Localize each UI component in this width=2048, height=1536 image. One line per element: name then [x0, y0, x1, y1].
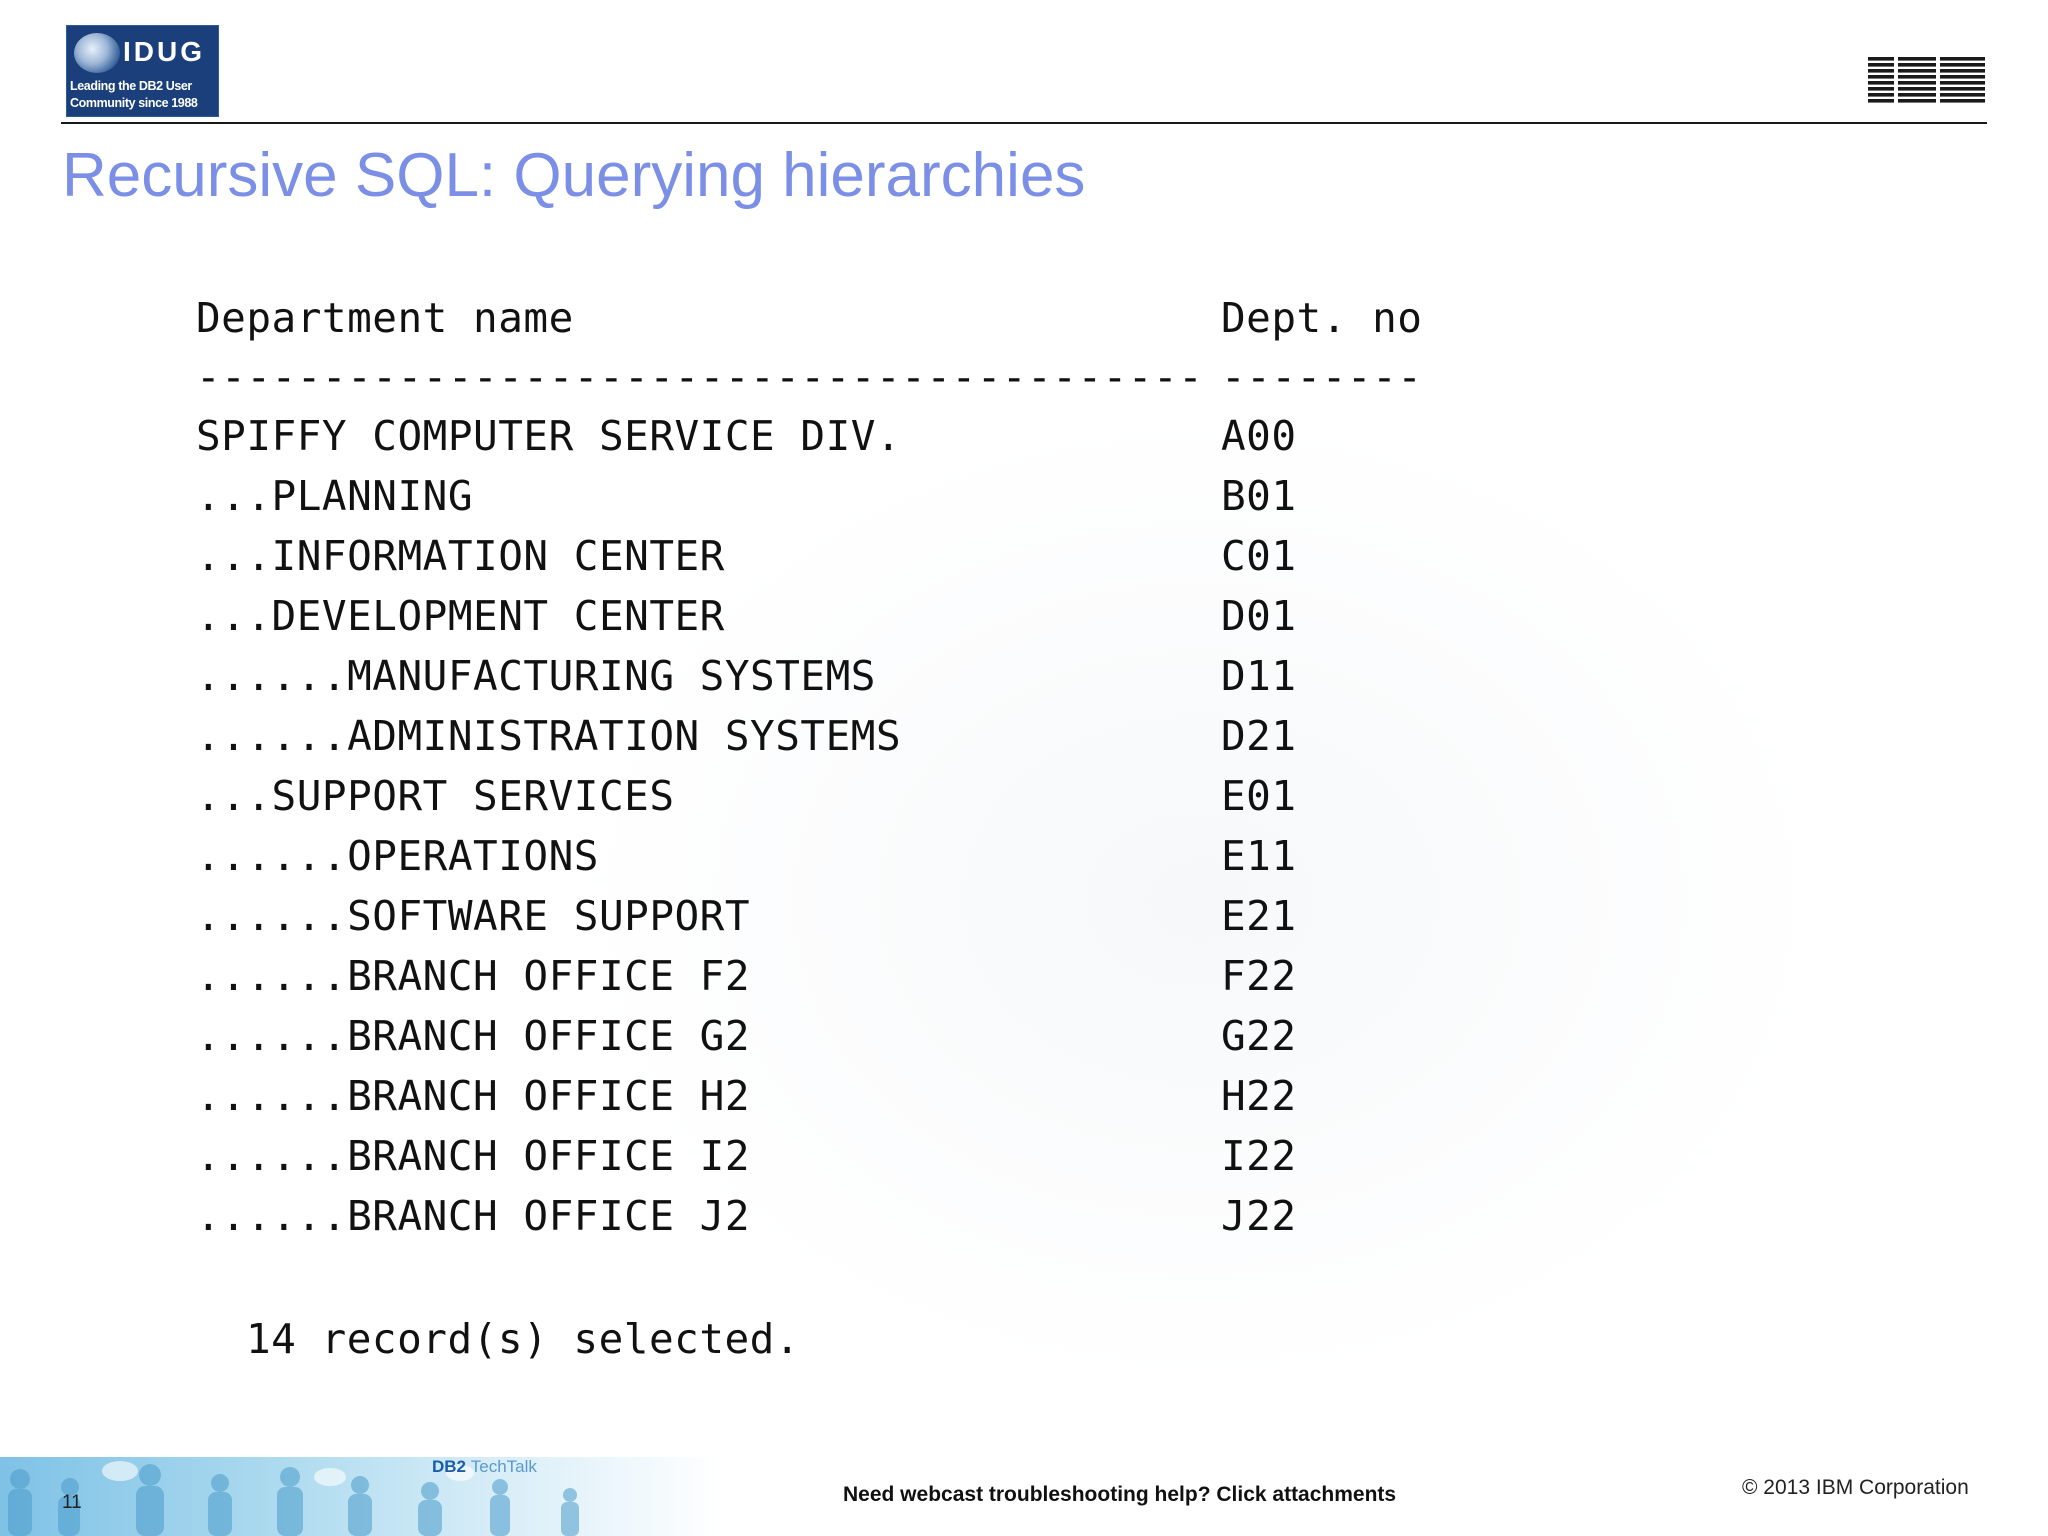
department-number-cell: E11: [1221, 832, 1297, 880]
slide-number: 11: [62, 1492, 82, 1513]
department-number-cell: G22: [1221, 1012, 1297, 1060]
department-name-cell: ......BRANCH OFFICE G2: [196, 1012, 751, 1060]
department-number-cell: D11: [1221, 652, 1297, 700]
department-number-cell: D01: [1221, 592, 1297, 640]
department-name-cell: SPIFFY COMPUTER SERVICE DIV.: [196, 412, 902, 460]
department-number-cell: I22: [1221, 1132, 1297, 1180]
department-name-cell: ......BRANCH OFFICE H2: [196, 1072, 751, 1120]
department-number-cell: H22: [1221, 1072, 1297, 1120]
db2-techtalk-logo: DB2 TechTalk: [432, 1457, 537, 1476]
department-number-cell: D21: [1221, 712, 1297, 760]
department-name-cell: ......SOFTWARE SUPPORT: [196, 892, 751, 940]
separator-line-name: ----------------------------------------: [196, 353, 1204, 401]
department-name-cell: ......BRANCH OFFICE F2: [196, 952, 751, 1000]
department-name-cell: ......MANUFACTURING SYSTEMS: [196, 652, 876, 700]
department-name-cell: ...SUPPORT SERVICES: [196, 772, 675, 820]
ibm-logo: [1868, 57, 1985, 104]
record-count-summary: 14 record(s) selected.: [246, 1315, 801, 1363]
department-number-cell: C01: [1221, 532, 1297, 580]
department-number-cell: J22: [1221, 1192, 1297, 1240]
separator-line-no: --------: [1221, 353, 1423, 401]
department-number-cell: E21: [1221, 892, 1297, 940]
department-number-cell: A00: [1221, 412, 1297, 460]
department-number-cell: E01: [1221, 772, 1297, 820]
department-name-cell: ......OPERATIONS: [196, 832, 599, 880]
department-name-cell: ...DEVELOPMENT CENTER: [196, 592, 725, 640]
globe-icon: [74, 33, 120, 73]
column-header-department-name: Department name: [196, 294, 574, 342]
department-name-cell: ...PLANNING: [196, 472, 474, 520]
header-divider: [61, 122, 1987, 124]
department-name-cell: ......ADMINISTRATION SYSTEMS: [196, 712, 902, 760]
department-name-cell: ......BRANCH OFFICE J2: [196, 1192, 751, 1240]
department-name-cell: ...INFORMATION CENTER: [196, 532, 725, 580]
idug-tagline: Leading the DB2 User Community since 198…: [70, 79, 198, 110]
page-title: Recursive SQL: Querying hierarchies: [62, 141, 1086, 210]
webcast-help-text: Need webcast troubleshooting help? Click…: [843, 1483, 1397, 1506]
idug-wordmark: IDUG: [123, 36, 205, 67]
column-header-dept-no: Dept. no: [1221, 294, 1423, 342]
copyright-notice: © 2013 IBM Corporation: [1742, 1476, 1969, 1499]
department-number-cell: F22: [1221, 952, 1297, 1000]
department-name-cell: ......BRANCH OFFICE I2: [196, 1132, 751, 1180]
idug-logo: IDUG Leading the DB2 User Community sinc…: [66, 25, 219, 117]
department-number-cell: B01: [1221, 472, 1297, 520]
background: [0, 0, 2048, 1536]
audience-silhouettes-image: [8, 1461, 579, 1536]
